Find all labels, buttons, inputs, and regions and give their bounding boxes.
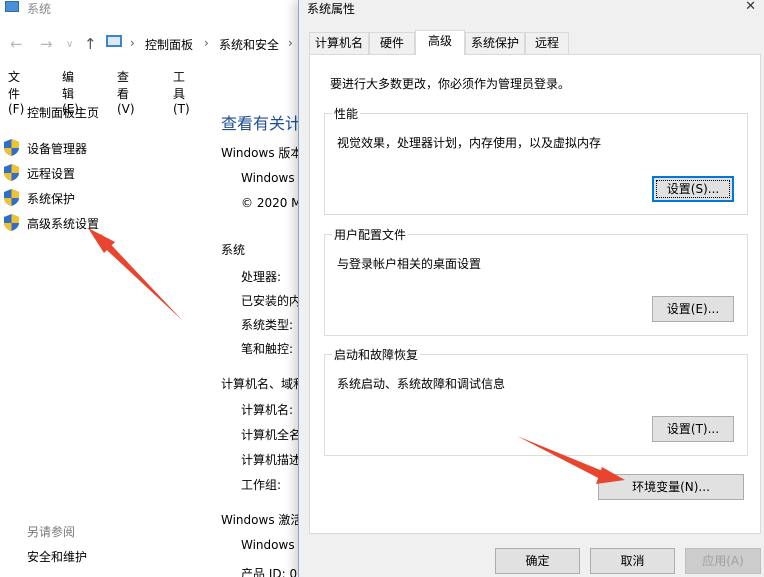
menu-view[interactable]: 查看(V) — [117, 68, 135, 116]
group-title: 用户配置文件 — [332, 226, 409, 243]
system-heading: 系统 — [221, 243, 246, 257]
shield-icon — [4, 139, 19, 156]
dialog-title: 系统属性 — [307, 2, 356, 16]
tab-system-protection[interactable]: 系统保护 — [465, 32, 525, 54]
breadcrumb-control-panel[interactable]: 控制面板 — [145, 36, 193, 53]
user-profiles-group: 用户配置文件 与登录帐户相关的桌面设置 设置(E)... — [324, 226, 748, 336]
sidebar-item-label: 高级系统设置 — [27, 217, 100, 231]
see-also-security-maintenance[interactable]: 安全和维护 — [27, 548, 87, 565]
edition-name: Windows — [241, 171, 295, 185]
startup-settings-button[interactable]: 设置(T)... — [652, 416, 734, 442]
product-id: 产品 ID: 00 — [241, 567, 305, 577]
activation-name: Windows — [241, 538, 295, 552]
sidebar-home-link[interactable]: 控制面板主页 — [27, 104, 99, 121]
close-icon[interactable]: ✕ — [745, 0, 756, 14]
recent-chevron-icon[interactable]: ∨ — [66, 39, 73, 50]
shield-icon — [4, 214, 19, 231]
group-description: 视觉效果，处理器计划，内存使用，以及虚拟内存 — [337, 136, 602, 150]
focus-ring — [656, 180, 730, 198]
field-processor: 处理器: — [241, 270, 282, 284]
profiles-settings-button[interactable]: 设置(E)... — [652, 296, 734, 322]
system-properties-dialog: 系统属性 ✕ 计算机名 硬件 高级 系统保护 远程 要进行大多数更改，你必须作为… — [298, 0, 764, 577]
tab-hardware[interactable]: 硬件 — [369, 32, 415, 54]
field-memory: 已安装的内 — [241, 294, 302, 308]
menu-file[interactable]: 文件(F) — [8, 68, 24, 116]
group-title: 性能 — [332, 105, 361, 122]
activation-heading: Windows 激活 — [221, 513, 303, 527]
button-label: 取消 — [620, 554, 645, 568]
sidebar-item-label: 远程设置 — [27, 167, 76, 181]
control-panel-icon — [106, 35, 122, 47]
group-description: 系统启动、系统故障和调试信息 — [337, 377, 506, 391]
field-pen-touch: 笔和触控: — [241, 342, 294, 356]
performance-group: 性能 视觉效果，处理器计划，内存使用，以及虚拟内存 设置(S)... — [324, 105, 748, 215]
breadcrumb-separator: › — [288, 36, 293, 50]
button-label: 设置(T)... — [666, 422, 720, 436]
field-full-name: 计算机全名 — [241, 428, 302, 442]
sidebar-item-label: 设备管理器 — [27, 142, 88, 156]
admin-note: 要进行大多数更改，你必须作为管理员登录。 — [330, 77, 571, 91]
system-app-icon — [5, 1, 19, 12]
startup-recovery-group: 启动和故障恢复 系统启动、系统故障和调试信息 设置(T)... — [324, 346, 748, 456]
copyright-text: © 2020 M — [241, 196, 302, 210]
address-bar[interactable]: › 控制面板 › 系统和安全 › — [102, 31, 302, 55]
breadcrumb-separator: › — [204, 36, 209, 50]
up-icon[interactable]: ↑ — [84, 35, 97, 53]
page-title: 查看有关计 — [221, 114, 302, 133]
sidebar-item-label: 系统保护 — [27, 192, 76, 206]
forward-icon[interactable]: → — [40, 35, 53, 53]
field-computer-name: 计算机名: — [241, 403, 294, 417]
computer-heading: 计算机名、域和 — [221, 377, 306, 391]
breadcrumb-separator: › — [130, 36, 135, 50]
shield-icon — [4, 164, 19, 181]
edition-heading: Windows 版本 — [221, 146, 303, 160]
shield-icon — [4, 189, 19, 206]
apply-button[interactable]: 应用(A) — [685, 548, 761, 574]
menu-tools[interactable]: 工具(T) — [173, 68, 190, 116]
field-description: 计算机描述 — [241, 453, 302, 467]
tab-computer-name[interactable]: 计算机名 — [309, 32, 369, 54]
button-label: 环境变量(N)... — [632, 480, 710, 494]
field-workgroup: 工作组: — [241, 478, 282, 492]
breadcrumb-system-security[interactable]: 系统和安全 — [219, 36, 279, 53]
back-icon[interactable]: ← — [10, 35, 23, 53]
ok-button[interactable]: 确定 — [495, 548, 580, 574]
performance-settings-button[interactable]: 设置(S)... — [652, 176, 734, 202]
group-description: 与登录帐户相关的桌面设置 — [337, 257, 482, 271]
tab-remote[interactable]: 远程 — [525, 32, 569, 54]
button-label: 确定 — [525, 554, 550, 568]
group-title: 启动和故障恢复 — [332, 346, 421, 363]
advanced-tab-page: 要进行大多数更改，你必须作为管理员登录。 性能 视觉效果，处理器计划，内存使用，… — [309, 54, 761, 534]
cancel-button[interactable]: 取消 — [590, 548, 675, 574]
button-label: 设置(E)... — [666, 302, 720, 316]
environment-variables-button[interactable]: 环境变量(N)... — [598, 474, 744, 500]
field-system-type: 系统类型: — [241, 318, 294, 332]
see-also-heading: 另请参阅 — [27, 525, 76, 539]
button-label: 应用(A) — [702, 554, 744, 568]
tab-advanced[interactable]: 高级 — [415, 30, 465, 55]
window-title: 系统 — [27, 2, 52, 16]
